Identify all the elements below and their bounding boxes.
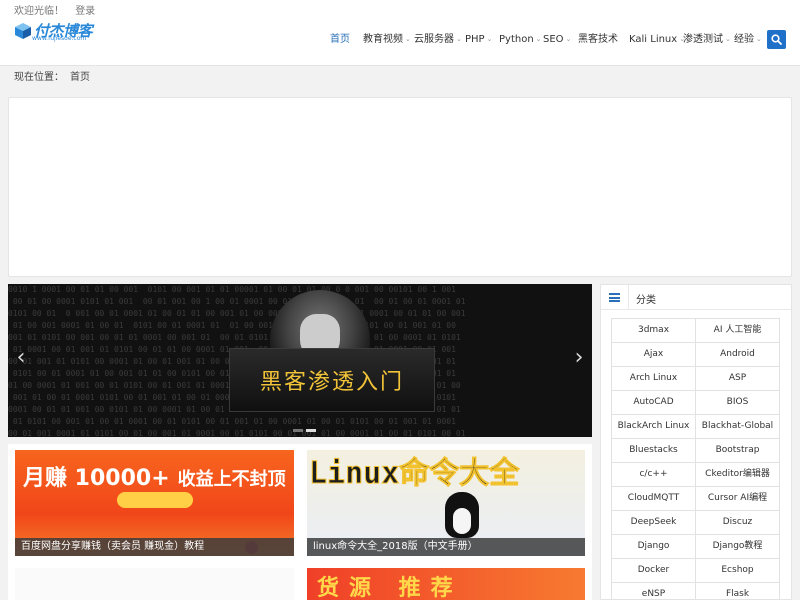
- nav-label: 黑客技术: [578, 34, 618, 45]
- nav-item-seo[interactable]: SEO ⌄: [543, 30, 571, 50]
- category-link[interactable]: Blackhat-Global: [695, 414, 780, 439]
- nav-item-experience[interactable]: 经验 ⌄: [734, 30, 762, 50]
- search-button[interactable]: [767, 30, 786, 49]
- nav-item-cloud-servers[interactable]: 云服务器 ⌄: [414, 30, 462, 50]
- category-link[interactable]: Cursor AI编程: [695, 486, 780, 511]
- category-link[interactable]: BIOS: [695, 390, 780, 415]
- nav-label: 首页: [330, 34, 350, 45]
- category-link[interactable]: DeepSeek: [611, 510, 696, 535]
- category-link[interactable]: Discuz: [695, 510, 780, 535]
- nav-label: 渗透测试: [683, 34, 723, 45]
- chevron-down-icon: ⌄: [456, 35, 462, 43]
- nav-item-hacker-tech[interactable]: 黑客技术: [578, 30, 618, 50]
- nav-item-education-videos[interactable]: 教育视频 ⌄: [363, 30, 411, 50]
- category-sidebar: 分类 3dmax AI 人工智能 Ajax Android Arch Linux…: [600, 284, 792, 600]
- search-icon: [771, 34, 782, 45]
- category-link[interactable]: CloudMQTT: [611, 486, 696, 511]
- category-link[interactable]: AI 人工智能: [695, 318, 780, 343]
- featured-cards: 月赚 10000+ 收益上不封顶 百度网盘分享赚钱（卖会员 赚现金）教程 Linu…: [8, 444, 592, 600]
- article-card[interactable]: 货源 推荐: [307, 568, 585, 600]
- chevron-left-icon: ‹: [16, 345, 26, 370]
- nav-label: SEO: [543, 34, 564, 45]
- category-link[interactable]: Ckeditor编辑器: [695, 462, 780, 487]
- category-link[interactable]: Arch Linux: [611, 366, 696, 391]
- nav-item-home[interactable]: 首页: [330, 30, 350, 50]
- chevron-down-icon: ⌄: [405, 35, 411, 43]
- article-card[interactable]: [15, 568, 294, 600]
- card-banner-text: 月赚 10000+ 收益上不封顶: [23, 460, 286, 492]
- nav-item-kali-linux[interactable]: Kali Linux ⌄: [629, 30, 685, 50]
- nav-label: PHP: [465, 34, 485, 45]
- category-link[interactable]: ASP: [695, 366, 780, 391]
- category-link[interactable]: Ecshop: [695, 558, 780, 583]
- nav-item-python[interactable]: Python ⌄: [499, 30, 542, 50]
- category-link[interactable]: Android: [695, 342, 780, 367]
- sidebar-title: 分类: [636, 295, 656, 306]
- banner-headline: 月赚 10000+: [23, 466, 170, 491]
- banner-subline: 收益上不封顶: [177, 469, 286, 490]
- chevron-down-icon: ⌄: [725, 35, 731, 43]
- category-link[interactable]: Bootstrap: [695, 438, 780, 463]
- slider-dot[interactable]: [293, 429, 303, 432]
- main-nav: 首页 教育视频 ⌄ 云服务器 ⌄ PHP ⌄ Python ⌄ SEO ⌄ 黑客技术 Ka…: [0, 30, 800, 50]
- welcome-text: 欢迎光临！: [14, 6, 64, 17]
- nav-label: 云服务器: [414, 34, 454, 45]
- login-link[interactable]: 登录: [75, 6, 95, 17]
- chevron-down-icon: ⌄: [486, 35, 493, 43]
- chevron-down-icon: ⌄: [535, 35, 542, 43]
- breadcrumb: 现在位置： 首页: [14, 68, 90, 83]
- hero-slider[interactable]: 0010 1 0001 00 01 01 00 001 0101 00 001 …: [8, 284, 592, 437]
- card-title: 百度网盘分享赚钱（卖会员 赚现金）教程: [15, 538, 294, 556]
- chevron-right-icon: ›: [574, 345, 584, 370]
- breadcrumb-label: 现在位置：: [14, 72, 64, 83]
- article-card[interactable]: 月赚 10000+ 收益上不封顶 百度网盘分享赚钱（卖会员 赚现金）教程: [15, 450, 294, 556]
- sidebar-header: 分类: [601, 285, 791, 310]
- nav-item-pentest[interactable]: 渗透测试 ⌄: [683, 30, 731, 50]
- divider: [628, 285, 629, 310]
- category-link[interactable]: Django教程: [695, 534, 780, 559]
- card-banner-text: 货源 推荐: [317, 576, 463, 600]
- nav-item-php[interactable]: PHP ⌄: [465, 30, 492, 50]
- slider-prev-button[interactable]: ‹: [13, 346, 29, 370]
- category-link[interactable]: Docker: [611, 558, 696, 583]
- article-card[interactable]: Linux命令大全 linux命令大全_2018版（中文手册）: [307, 450, 585, 556]
- category-link[interactable]: Bluestacks: [611, 438, 696, 463]
- category-link[interactable]: Django: [611, 534, 696, 559]
- banner-button-graphic: [117, 492, 193, 508]
- nav-label: Python: [499, 34, 534, 45]
- ad-placeholder: [8, 97, 792, 277]
- category-link[interactable]: Ajax: [611, 342, 696, 367]
- nav-label: Kali Linux: [629, 34, 678, 45]
- nav-label: 教育视频: [363, 34, 403, 45]
- menu-icon: [609, 293, 620, 302]
- top-header: 欢迎光临！ 登录 付杰博客 www.fujiesoe.com 首页 教育视频 ⌄ …: [0, 0, 800, 66]
- chevron-down-icon: ⌄: [756, 35, 762, 43]
- category-link[interactable]: eNSP: [611, 582, 696, 600]
- slider-pagination: [293, 421, 319, 435]
- nav-label: 经验: [734, 34, 754, 45]
- slider-next-button[interactable]: ›: [571, 346, 587, 370]
- welcome-bar: 欢迎光临！ 登录: [14, 2, 95, 17]
- card-title: linux命令大全_2018版（中文手册）: [307, 538, 585, 556]
- card-banner-text: Linux命令大全: [308, 456, 520, 492]
- breadcrumb-home-link[interactable]: 首页: [70, 72, 90, 83]
- category-link[interactable]: AutoCAD: [611, 390, 696, 415]
- slider-dot-active[interactable]: [306, 429, 316, 432]
- category-link[interactable]: c/c++: [611, 462, 696, 487]
- category-link[interactable]: Flask: [695, 582, 780, 600]
- slide-caption: 黑客渗透入门: [259, 370, 404, 395]
- category-link[interactable]: BlackArch Linux: [611, 414, 696, 439]
- category-link[interactable]: 3dmax: [611, 318, 696, 343]
- chevron-down-icon: ⌄: [565, 35, 572, 43]
- tux-belly: [453, 508, 471, 534]
